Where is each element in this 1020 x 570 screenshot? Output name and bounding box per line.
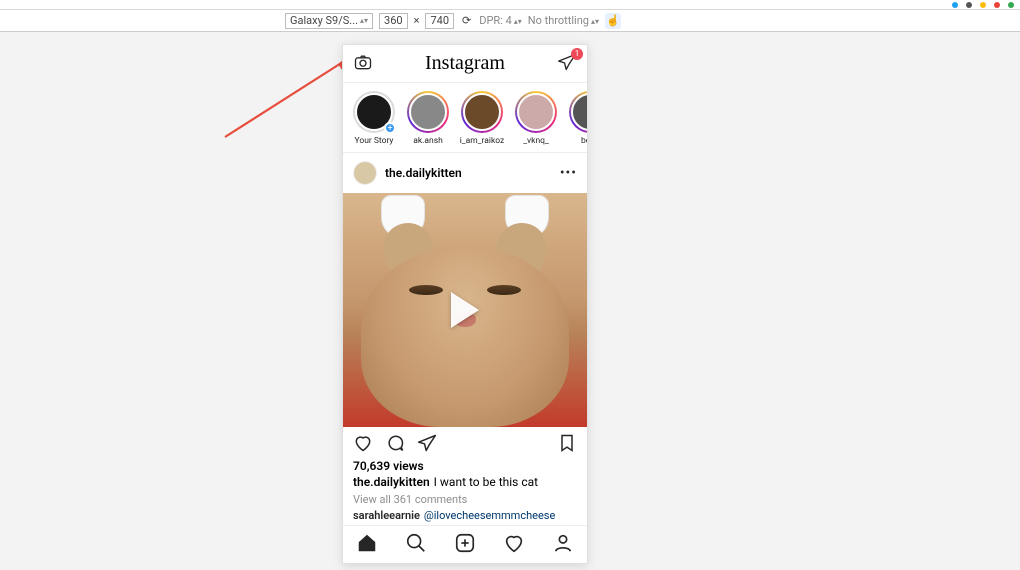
- nav-add-post[interactable]: [454, 532, 476, 558]
- comment-username[interactable]: sarahleearnie: [353, 509, 420, 522]
- like-button[interactable]: [353, 433, 373, 457]
- story-item[interactable]: be_tl: [567, 91, 587, 146]
- post-author-avatar[interactable]: [353, 161, 377, 185]
- comment-mention[interactable]: @ilovecheesemmmcheese: [424, 509, 555, 522]
- devtools-device-toolbar: Galaxy S9/S...▴▾ 360 × 740 ⟳ DPR: 4▴▾ No…: [0, 10, 1020, 32]
- bottom-nav: [343, 525, 587, 563]
- direct-messages-button[interactable]: 1: [557, 52, 577, 76]
- device-height-input[interactable]: 740: [425, 13, 454, 29]
- post-media[interactable]: [343, 193, 587, 427]
- device-select[interactable]: Galaxy S9/S...▴▾: [285, 13, 373, 29]
- browser-chrome-icons: [952, 0, 1014, 10]
- camera-icon: [353, 52, 373, 72]
- heart-icon: [353, 433, 373, 453]
- story-label: ak.ansh: [405, 136, 451, 146]
- annotation-arrow-to-camera: [220, 52, 360, 142]
- post-more-button[interactable]: •••: [560, 165, 577, 181]
- story-label: Your Story: [351, 136, 397, 146]
- nav-activity[interactable]: [503, 532, 525, 558]
- device-width-input[interactable]: 360: [379, 13, 408, 29]
- paper-plane-icon: [417, 433, 437, 453]
- story-item[interactable]: ak.ansh: [405, 91, 451, 146]
- caption-username[interactable]: the.dailykitten: [353, 475, 430, 489]
- share-button[interactable]: [417, 433, 437, 457]
- story-item[interactable]: i_am_raikoz: [459, 91, 505, 146]
- comment-icon: [385, 433, 405, 453]
- throttling-select[interactable]: No throttling▴▾: [528, 14, 599, 27]
- instagram-header: Instagram 1: [343, 45, 587, 83]
- search-icon: [405, 532, 427, 554]
- story-item[interactable]: +Your Story: [351, 91, 397, 146]
- comment-button[interactable]: [385, 433, 405, 457]
- nav-home[interactable]: [356, 532, 378, 558]
- dm-badge: 1: [571, 48, 583, 60]
- profile-icon: [552, 532, 574, 554]
- heart-icon: [503, 532, 525, 554]
- nav-profile[interactable]: [552, 532, 574, 558]
- stories-tray[interactable]: +Your Story ak.ansh i_am_raikoz _vknq_ be_tl: [343, 83, 587, 153]
- post-author-username[interactable]: the.dailykitten: [385, 166, 462, 180]
- rotate-icon[interactable]: ⟳: [460, 14, 473, 27]
- story-label: i_am_raikoz: [459, 136, 505, 146]
- post-caption: the.dailykitten I want to be this cat: [343, 473, 587, 491]
- comment-preview: sarahleearnie @ilovecheesemmmcheese: [343, 508, 587, 523]
- story-label: be_tl: [567, 136, 587, 146]
- touch-icon[interactable]: ☝: [605, 13, 621, 29]
- bookmark-icon: [557, 433, 577, 453]
- post-actions: [343, 427, 587, 459]
- home-icon: [356, 532, 378, 554]
- instagram-logo: Instagram: [425, 52, 505, 75]
- mobile-viewport: Instagram 1 +Your Story ak.ansh i_am_raiko…: [342, 44, 588, 564]
- add-post-icon: [454, 532, 476, 554]
- view-all-comments[interactable]: View all 361 comments: [343, 491, 587, 508]
- browser-address-bar: [0, 0, 1020, 10]
- camera-button[interactable]: [353, 52, 373, 76]
- post-header: the.dailykitten •••: [343, 153, 587, 193]
- story-label: _vknq_: [513, 136, 559, 146]
- dpr-select[interactable]: DPR: 4▴▾: [479, 14, 522, 27]
- play-icon: [451, 292, 479, 328]
- post-views[interactable]: 70,639 views: [343, 459, 587, 473]
- caption-text: I want to be this cat: [434, 475, 538, 489]
- save-button[interactable]: [557, 433, 577, 457]
- nav-search[interactable]: [405, 532, 427, 558]
- story-item[interactable]: _vknq_: [513, 91, 559, 146]
